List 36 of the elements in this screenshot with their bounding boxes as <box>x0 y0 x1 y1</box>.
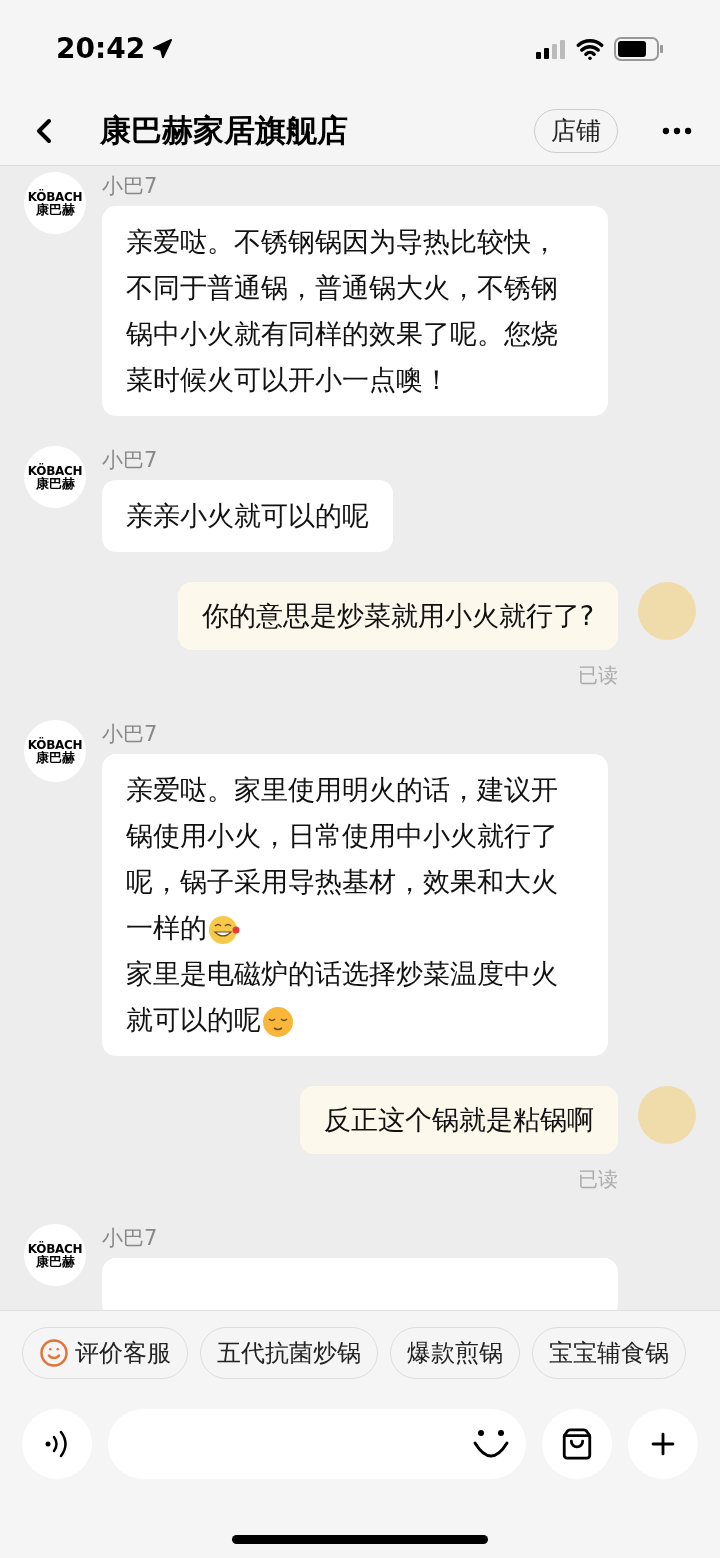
shop-avatar[interactable]: KÖBACH 康巴赫 <box>24 446 86 508</box>
message-text: 亲亲小火就可以的呢 <box>126 499 369 533</box>
sender-name: 小巴7 <box>102 173 158 200</box>
location-arrow-icon <box>151 38 174 60</box>
shop-avatar[interactable]: KÖBACH 康巴赫 <box>24 720 86 782</box>
message-text: 亲爱哒。家里使用明火的话，建议开锅使用小火，日常使用中小火就行了呢，锅子采用导热基材，效果和大火一样的 <box>126 767 584 951</box>
sender-name: 小巴7 <box>102 721 158 748</box>
shop-avatar[interactable]: KÖBACH 康巴赫 <box>24 172 86 234</box>
sender-name: 小巴7 <box>102 1225 158 1252</box>
logo-chinese-text: 康巴赫 <box>35 202 75 216</box>
read-receipt: 已读 <box>578 1166 618 1193</box>
message-text: 亲爱哒。不锈钢锅因为导热比较快，不同于普通锅，普通锅大火，不锈钢锅中小火就有同样的效果了呢。您烧菜时候火可以开小一点噢！ <box>126 225 559 397</box>
logo-wordmark: KÖBACH <box>27 464 83 477</box>
smile-icon <box>39 1338 69 1368</box>
signal-icon <box>536 39 566 59</box>
message-text: 家里是电磁炉的话选择炒菜温度中火就可以的呢 <box>126 951 584 1043</box>
quick-reply-chip[interactable]: 爆款煎锅 <box>390 1327 520 1379</box>
logo-wordmark: KÖBACH <box>27 738 83 751</box>
quick-reply-chip[interactable]: 宝宝辅食锅 <box>532 1327 686 1379</box>
shop-avatar[interactable]: KÖBACH 康巴赫 <box>24 1224 86 1286</box>
shop-title: 康巴赫家居旗舰店 <box>100 111 349 151</box>
quick-reply-chip[interactable]: 评价客服 <box>22 1327 188 1379</box>
logo-chinese-text: 康巴赫 <box>35 476 75 490</box>
smiling-emoji-icon <box>261 1004 295 1039</box>
battery-icon <box>614 37 664 61</box>
read-receipt: 已读 <box>578 662 618 689</box>
shopping-bag-icon <box>560 1427 594 1461</box>
logo-wordmark: KÖBACH <box>27 1242 83 1255</box>
logo-chinese-text: 康巴赫 <box>35 750 75 764</box>
message-text: 你的意思是炒菜就用小火就行了? <box>201 599 594 633</box>
status-time: 20:42 <box>56 31 146 67</box>
sender-name: 小巴7 <box>102 447 158 474</box>
quick-reply-chip[interactable]: 五代抗菌炒锅 <box>200 1327 378 1379</box>
logo-wordmark: KÖBACH <box>27 190 83 203</box>
logo-chinese-text: 康巴赫 <box>35 1254 75 1268</box>
message-text: 反正这个锅就是粘锅啊 <box>324 1103 594 1137</box>
